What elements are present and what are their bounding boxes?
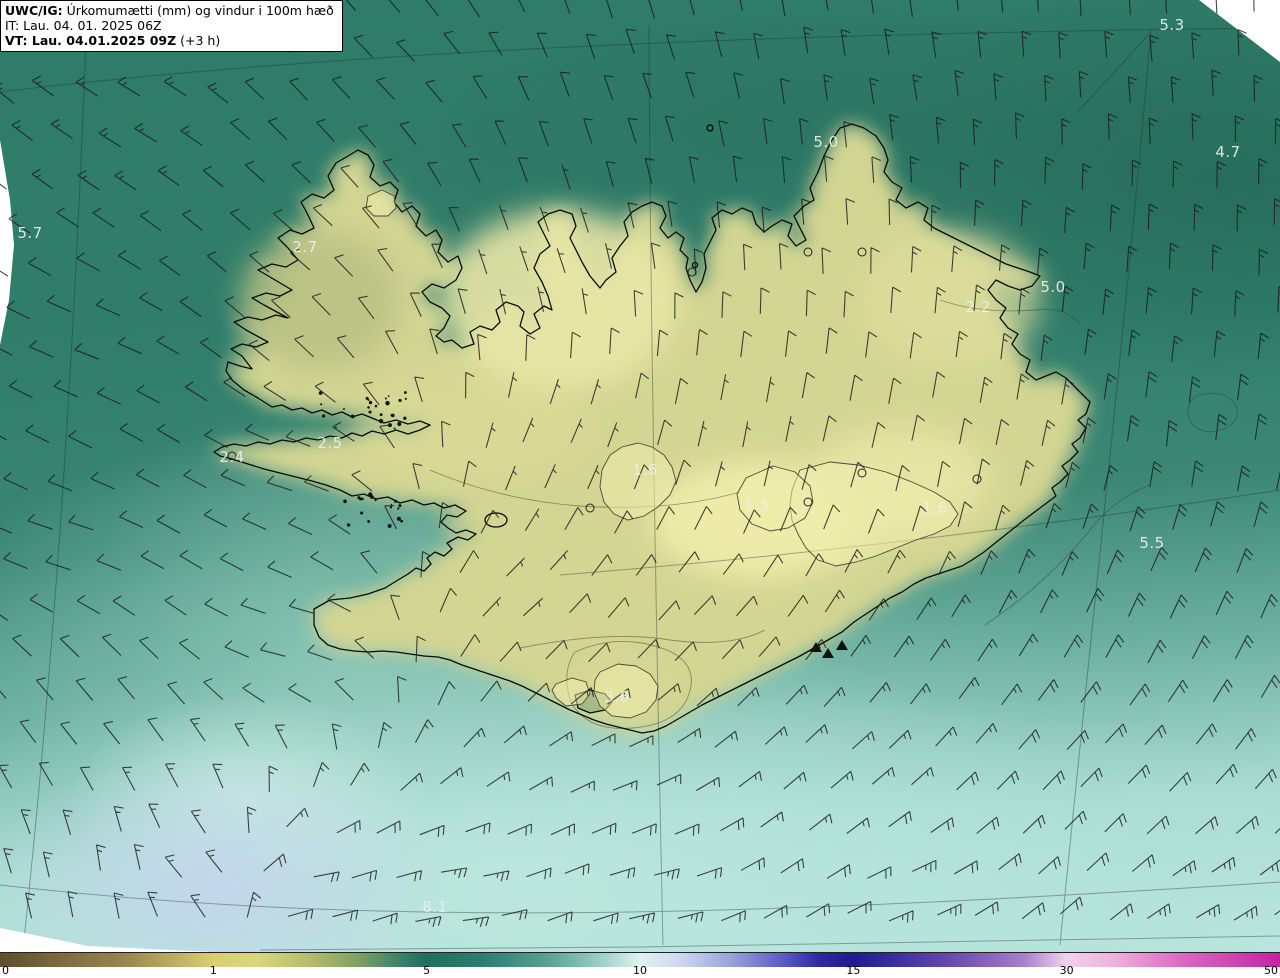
map-value-label: 2.4: [219, 448, 245, 466]
colorbar-tick-labels: 0 1 5 10 15 30 50: [0, 964, 1280, 978]
colorbar-tick: 1: [209, 964, 217, 977]
map-value-label: 1.5: [744, 496, 770, 514]
title-line-init: IT: Lau. 04. 01. 2025 06Z: [5, 18, 162, 33]
model-id: UWC/IG:: [5, 3, 63, 18]
colorbar-tick: 50: [1264, 964, 1278, 977]
map-value-label: 5.7: [17, 224, 43, 242]
colorbar-tick: 30: [1059, 964, 1074, 977]
model-description: Úrkomumætti (mm) og vindur i 100m hæð: [62, 3, 334, 18]
map-value-label: 5.0: [1040, 278, 1066, 296]
map-value-label: 2.5: [317, 434, 343, 452]
title-line-valid: VT: Lau. 04.01.2025 09Z (+3 h): [5, 33, 221, 48]
map-value-label: 5.3: [1159, 16, 1185, 34]
map-value-label: 1.6: [922, 499, 948, 517]
map-value-label: 1.6: [632, 461, 658, 479]
colorbar-tick: 15: [846, 964, 861, 977]
map-value-label: 2.7: [292, 238, 318, 256]
colorbar-tick: 5: [423, 964, 431, 977]
title-line-model: UWC/IG: Úrkomumætti (mm) og vindur i 100…: [5, 3, 334, 18]
colorbar-tick: 0: [2, 964, 9, 977]
map-value-label: 2.2: [965, 298, 991, 316]
map-value-label: 3.6: [604, 688, 630, 706]
title-box: UWC/IG: Úrkomumætti (mm) og vindur i 100…: [0, 0, 343, 52]
map-value-label: 4.7: [1215, 143, 1241, 161]
map-value-label: 8.1: [422, 898, 448, 916]
map-value-label: 5.5: [1139, 534, 1165, 552]
weather-map-screenshot: 5.3 4.7 5.7 5.0 2.7 5.0 2.2 2.5 2.4 1.6 1.5 1.6 5.5 3…: [0, 0, 1280, 978]
map-canvas: 5.3 4.7 5.7 5.0 2.7 5.0 2.2 2.5 2.4 1.6 1.5 1.6 5.5 3…: [0, 0, 1280, 952]
colorbar-tick: 10: [633, 964, 647, 977]
valid-time: VT: Lau. 04.01.2025 09Z: [5, 33, 177, 48]
map-value-label: 5.0: [813, 133, 839, 151]
